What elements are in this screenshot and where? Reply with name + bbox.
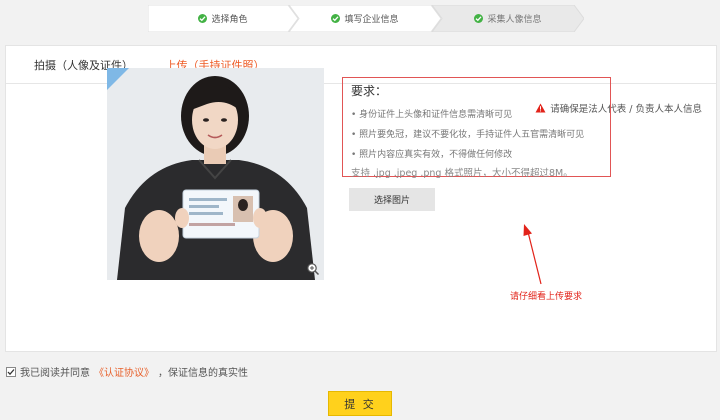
requirement-item: • 照片内容应真实有效，不得做任何修改 — [351, 150, 513, 160]
checkmark-icon — [7, 368, 15, 375]
sample-ribbon-icon — [107, 68, 129, 90]
step-select-role: 选择角色 — [148, 5, 298, 32]
progress-stepper: 选择角色 填写企业信息 采集人像信息 — [148, 5, 584, 32]
step-label: 选择角色 — [211, 15, 248, 25]
step-collect-portrait: 采集人像信息 — [432, 5, 584, 32]
check-circle-icon — [474, 14, 484, 23]
sample-photo-illustration — [107, 68, 324, 280]
step-label: 采集人像信息 — [487, 15, 542, 25]
supported-formats-text: 支持 .jpg .jpeg .png 格式照片，大小不得超过8M。 — [351, 168, 573, 179]
step-label: 填写企业信息 — [344, 15, 399, 25]
zoom-in-icon[interactable] — [306, 262, 320, 276]
agreement-row: 我已阅读并同意 《认证协议》 ，保证信息的真实性 — [6, 364, 248, 379]
requirement-item: • 身份证件上头像和证件信息需清晰可见 — [351, 110, 513, 120]
requirements-box: 要求： • 身份证件上头像和证件信息需清晰可见 • 照片要免冠，建议不要化妆，手… — [342, 77, 611, 179]
choose-image-button[interactable]: 选择图片 — [349, 188, 435, 211]
agreement-prefix: 我已阅读并同意 — [20, 368, 90, 379]
step-fill-company-info: 填写企业信息 — [289, 5, 441, 32]
certification-agreement-link[interactable]: 《认证协议》 — [94, 364, 154, 379]
agreement-suffix: ，保证信息的真实性 — [158, 368, 248, 379]
sample-photo[interactable] — [107, 68, 324, 280]
requirement-item: • 照片要免冠，建议不要化妆，手持证件人五官需清晰可见 — [351, 130, 585, 140]
agreement-checkbox[interactable] — [6, 366, 16, 377]
submit-button[interactable]: 提 交 — [328, 391, 392, 416]
annotation-text: 请仔细看上传要求 — [510, 292, 583, 302]
requirements-title: 要求： — [351, 84, 388, 98]
check-circle-icon — [198, 14, 208, 23]
check-circle-icon — [331, 14, 341, 23]
